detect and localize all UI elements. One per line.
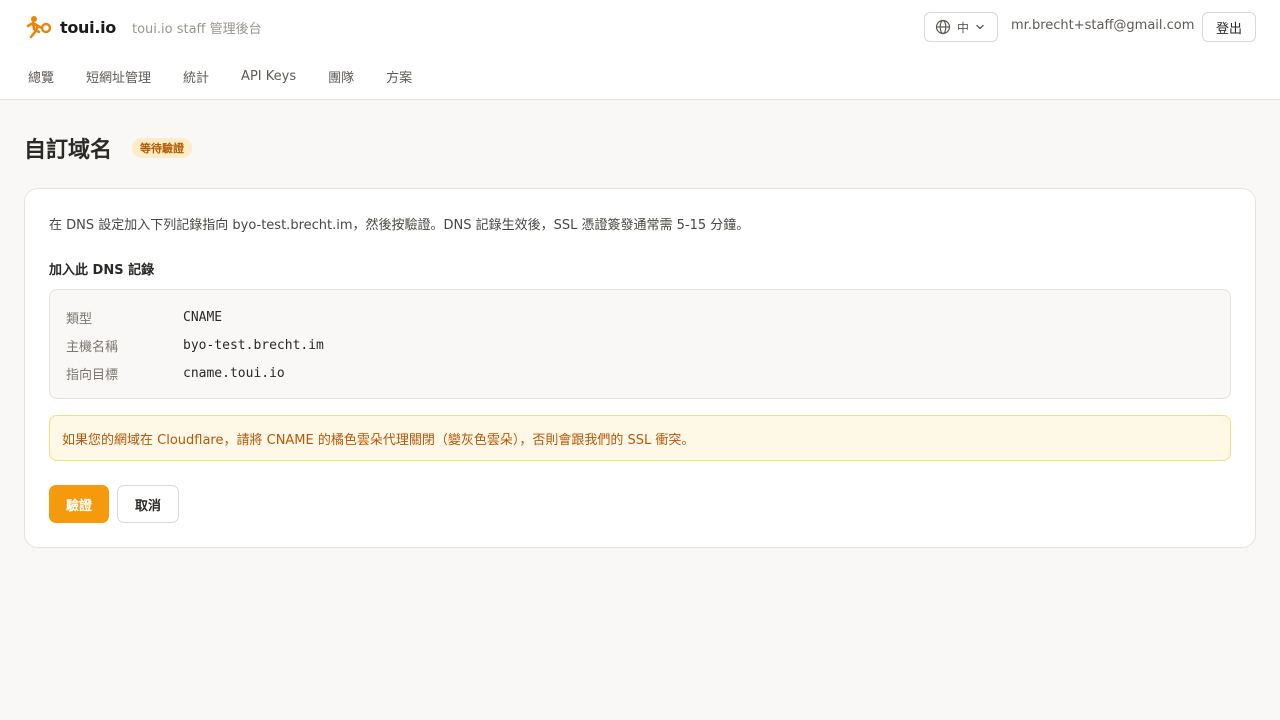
dns-key: 類型 <box>66 311 93 327</box>
brand[interactable]: toui.io toui.io staff 管理後台 <box>24 14 262 40</box>
verify-button[interactable]: 驗證 <box>49 485 109 523</box>
brand-name: toui.io <box>60 17 116 37</box>
main-nav: 總覽 短網址管理 統計 API Keys 團隊 方案 <box>28 66 444 86</box>
nav-item-overview[interactable]: 總覽 <box>28 67 54 86</box>
chevron-down-icon <box>976 24 984 30</box>
running-person-logo-icon <box>26 16 52 39</box>
dns-value: cname.toui.io <box>183 365 285 381</box>
page-title: 自訂域名 <box>24 138 113 163</box>
dns-key: 指向目標 <box>66 367 119 383</box>
user-email: mr.brecht+staff@gmail.com <box>1011 18 1195 33</box>
intro-text: 在 DNS 設定加入下列記錄指向 byo-test.brecht.im，然後按驗… <box>49 218 750 233</box>
dns-value: CNAME <box>183 309 223 325</box>
custom-domain-card: 在 DNS 設定加入下列記錄指向 byo-test.brecht.im，然後按驗… <box>24 188 1256 548</box>
globe-icon <box>935 19 951 35</box>
cancel-button[interactable]: 取消 <box>117 485 179 523</box>
cloudflare-warning: 如果您的網域在 Cloudflare，請將 CNAME 的橘色雲朵代理關閉（變灰… <box>49 415 1231 461</box>
nav-item-short-urls[interactable]: 短網址管理 <box>86 67 151 86</box>
dns-row-target: 指向目標 cname.toui.io <box>66 363 285 383</box>
nav-item-plans[interactable]: 方案 <box>386 67 412 86</box>
brand-subtitle: toui.io staff 管理後台 <box>131 21 262 37</box>
language-switcher[interactable]: 中 <box>924 12 998 42</box>
nav-item-team[interactable]: 團隊 <box>328 67 354 86</box>
nav-item-api-keys[interactable]: API Keys <box>241 69 296 84</box>
language-label: 中 <box>957 20 970 35</box>
dns-row-hostname: 主機名稱 byo-test.brecht.im <box>66 335 324 355</box>
dns-key: 主機名稱 <box>66 339 119 355</box>
dns-record-box: 類型 CNAME 主機名稱 byo-test.brecht.im 指向目標 cn… <box>49 289 1231 399</box>
top-header: toui.io toui.io staff 管理後台 中 mr.brecht+s… <box>0 0 1280 100</box>
logout-button[interactable]: 登出 <box>1202 12 1256 42</box>
dns-value: byo-test.brecht.im <box>183 337 324 353</box>
status-badge: 等待驗證 <box>132 138 192 158</box>
dns-row-type: 類型 CNAME <box>66 307 222 327</box>
dns-section-label: 加入此 DNS 記錄 <box>49 263 155 278</box>
nav-item-stats[interactable]: 統計 <box>183 67 209 86</box>
